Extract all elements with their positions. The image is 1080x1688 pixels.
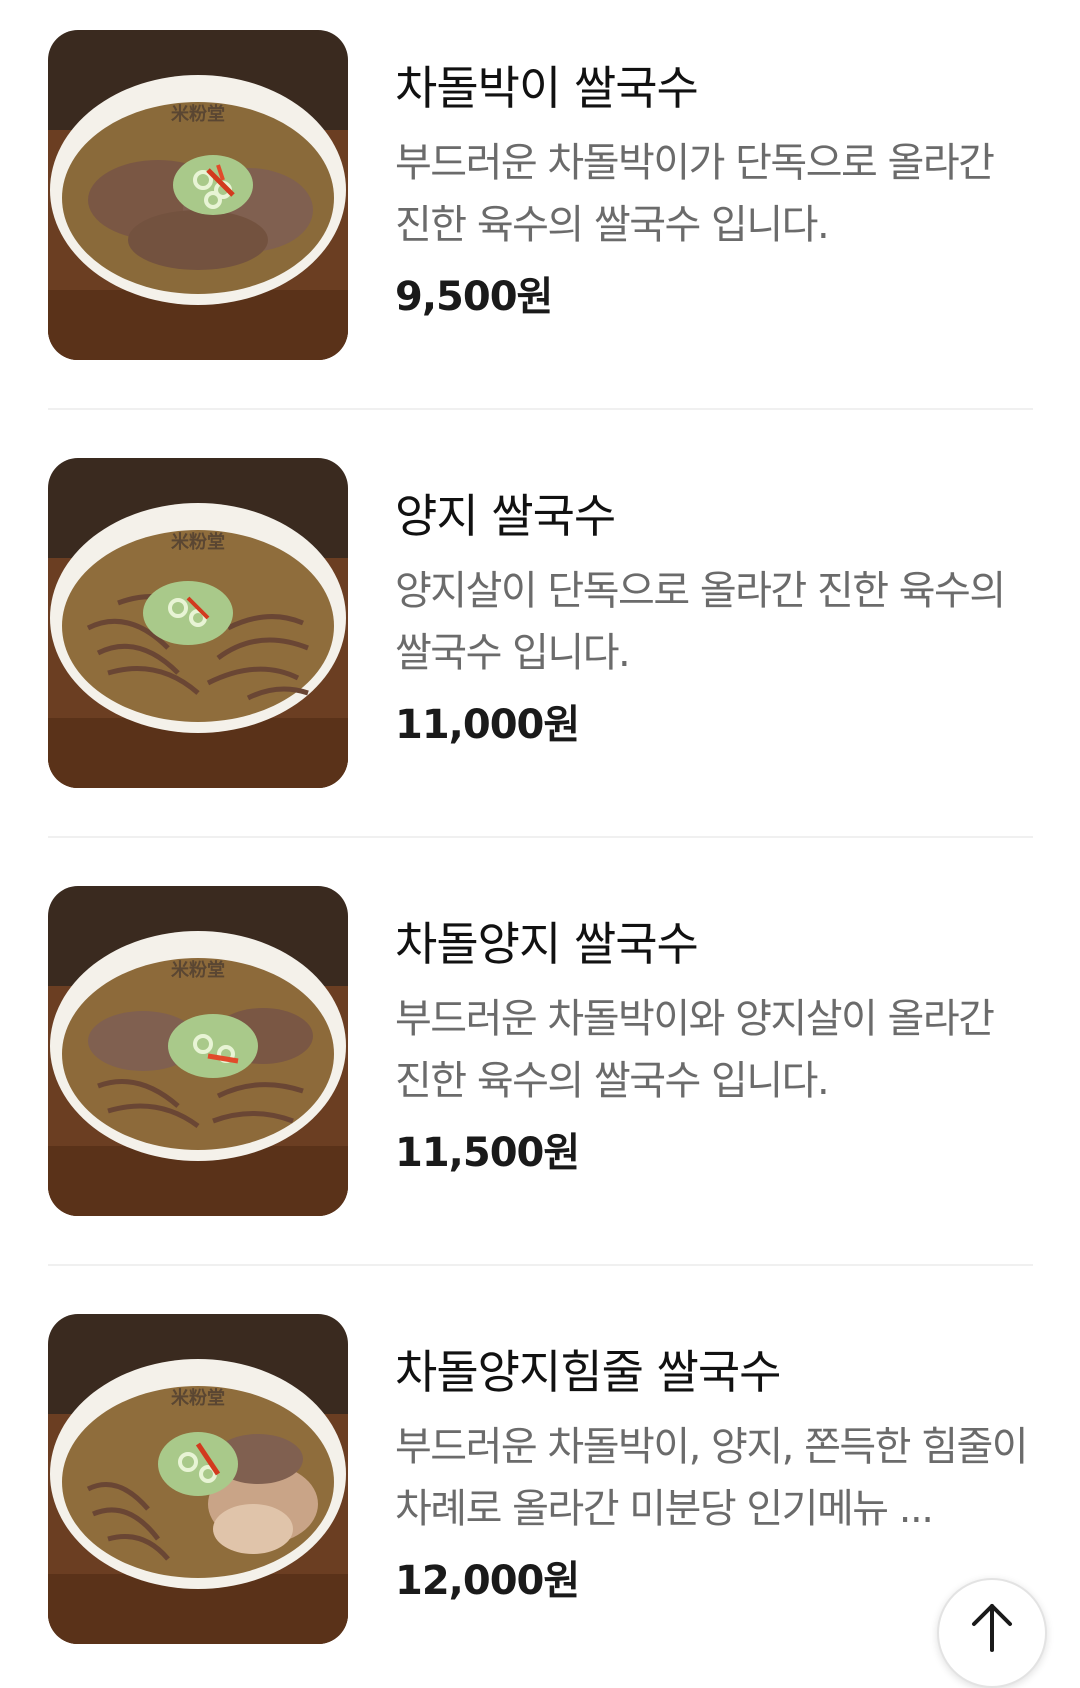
menu-item[interactable]: 米粉堂 차돌양지 쌀국수 부드러운 차돌박이와 양지살이 올라간 진한 육수의 … (48, 886, 1033, 1266)
menu-item-info: 차돌양지 쌀국수 부드러운 차돌박이와 양지살이 올라간 진한 육수의 쌀국수 … (395, 886, 1033, 1178)
menu-item-info: 차돌양지힘줄 쌀국수 부드러운 차돌박이, 양지, 쫀득한 힘줄이 차례로 올라… (395, 1314, 1033, 1606)
menu-item-name: 차돌양지힘줄 쌀국수 (395, 1345, 782, 1399)
menu-item-price: 11,500원 (395, 1130, 580, 1176)
menu-item-image: 米粉堂 (48, 1314, 348, 1644)
noodle-bowl-brisket-flank-icon: 米粉堂 (48, 886, 348, 1216)
menu-item-description: 부드러운 차돌박이가 단독으로 올라간 진한 육수의 쌀국수 입니다. (395, 140, 995, 248)
menu-item[interactable]: 米粉堂 차돌양지힘줄 쌀국수 부드러운 차돌박이, 양지, 쫀득한 힘줄이 차례… (48, 1314, 1033, 1644)
noodle-bowl-brisket-icon: 米粉堂 (48, 30, 348, 360)
menu-list: 米粉堂 차돌박이 쌀국수 부드러운 차돌박이가 단독으로 올라간 진한 육수의 … (48, 30, 1033, 1644)
menu-item[interactable]: 米粉堂 차돌박이 쌀국수 부드러운 차돌박이가 단독으로 올라간 진한 육수의 … (48, 30, 1033, 410)
svg-text:米粉堂: 米粉堂 (171, 959, 225, 981)
scroll-to-top-button[interactable] (937, 1578, 1047, 1688)
menu-item-info: 양지 쌀국수 양지살이 단독으로 올라간 진한 육수의 쌀국수 입니다. 11,… (395, 458, 1033, 750)
divider (48, 1264, 1033, 1266)
menu-item-price: 9,500원 (395, 274, 553, 320)
noodle-bowl-flank-icon: 米粉堂 (48, 458, 348, 788)
menu-item-image: 米粉堂 (48, 458, 348, 788)
menu-item[interactable]: 米粉堂 양지 쌀국수 양지살이 단독으로 올라간 진한 육수의 쌀국수 입니다.… (48, 458, 1033, 838)
svg-text:米粉堂: 米粉堂 (171, 103, 225, 125)
menu-item-name: 양지 쌀국수 (395, 489, 616, 543)
menu-item-name: 차돌박이 쌀국수 (395, 61, 699, 115)
noodle-bowl-combo-icon: 米粉堂 (48, 1314, 348, 1644)
menu-item-price: 12,000원 (395, 1558, 580, 1604)
svg-text:米粉堂: 米粉堂 (171, 1387, 225, 1409)
arrow-up-icon (972, 1604, 1012, 1652)
menu-item-name: 차돌양지 쌀국수 (395, 917, 699, 971)
menu-item-description: 부드러운 차돌박이와 양지살이 올라간 진한 육수의 쌀국수 입니다. (395, 996, 995, 1104)
menu-item-price: 11,000원 (395, 702, 580, 748)
menu-item-description: 부드러운 차돌박이, 양지, 쫀득한 힘줄이 차례로 올라간 미분당 인기메뉴 … (395, 1424, 1029, 1532)
svg-text:米粉堂: 米粉堂 (171, 531, 225, 553)
divider (48, 408, 1033, 410)
divider (48, 836, 1033, 838)
menu-item-description: 양지살이 단독으로 올라간 진한 육수의 쌀국수 입니다. (395, 568, 1006, 676)
menu-item-info: 차돌박이 쌀국수 부드러운 차돌박이가 단독으로 올라간 진한 육수의 쌀국수 … (395, 30, 1033, 322)
menu-item-image: 米粉堂 (48, 886, 348, 1216)
menu-item-image: 米粉堂 (48, 30, 348, 360)
